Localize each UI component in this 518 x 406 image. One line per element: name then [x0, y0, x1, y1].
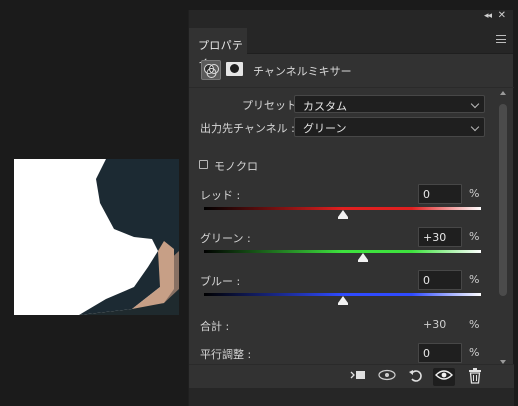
channel-mixer-icon[interactable]: [201, 60, 221, 80]
constant-value-input[interactable]: 0: [418, 343, 462, 363]
adjustment-title: チャンネルミキサー: [253, 65, 352, 78]
eye-icon[interactable]: [433, 368, 455, 386]
green-percent-sign: %: [469, 230, 480, 243]
preset-value: カスタム: [303, 100, 347, 113]
panel-title-strip: ◂◂ ✕: [189, 10, 513, 24]
panel-footer-strip: [189, 388, 514, 406]
green-slider-track[interactable]: [204, 250, 481, 253]
total-value: +30: [423, 318, 447, 331]
red-value-input[interactable]: 0: [418, 184, 462, 204]
preset-dropdown[interactable]: カスタム: [294, 95, 485, 113]
panel-menu-icon[interactable]: [496, 35, 506, 43]
clip-to-layer-icon[interactable]: [347, 368, 369, 386]
blue-slider-thumb[interactable]: [337, 296, 348, 305]
tab-properties[interactable]: プロパティ: [189, 28, 247, 68]
monochrome-checkbox[interactable]: [199, 160, 208, 169]
layer-mask-icon[interactable]: [226, 62, 243, 76]
blue-label: ブルー :: [200, 275, 241, 288]
properties-content: プリセット : カスタム 出力先チャンネル : グリーン モノクロ レッド : …: [189, 88, 514, 364]
output-channel-label: 出力先チャンネル :: [200, 122, 295, 135]
panel-scrollbar[interactable]: [499, 90, 507, 366]
output-channel-value: グリーン: [303, 122, 347, 135]
adjustment-header: チャンネルミキサー: [189, 54, 514, 88]
total-percent-sign: %: [469, 318, 480, 331]
red-label: レッド :: [200, 189, 241, 202]
view-previous-state-icon[interactable]: [376, 368, 398, 386]
red-percent-sign: %: [469, 187, 480, 200]
chevron-down-icon: [470, 122, 480, 132]
panel-bottom-toolbar: [189, 364, 514, 388]
double-chevron-left-icon[interactable]: ◂◂: [484, 11, 492, 21]
reset-icon[interactable]: [405, 368, 427, 386]
green-slider-thumb[interactable]: [358, 253, 369, 262]
properties-panel: ◂◂ ✕ プロパティ チャンネルミキサー プリセット : カスタム 出力先チャン…: [188, 10, 514, 406]
total-label: 合計 :: [200, 320, 230, 333]
scroll-up-arrow-icon[interactable]: [500, 91, 506, 95]
constant-percent-sign: %: [469, 346, 480, 359]
panel-tabbar: プロパティ: [189, 24, 513, 68]
blue-percent-sign: %: [469, 273, 480, 286]
trash-icon[interactable]: [464, 368, 486, 386]
green-value-input[interactable]: +30: [418, 227, 462, 247]
red-slider-thumb[interactable]: [337, 210, 348, 219]
constant-label: 平行調整 :: [200, 348, 252, 361]
close-icon[interactable]: ✕: [498, 10, 506, 21]
chevron-down-icon: [470, 99, 480, 109]
monochrome-label[interactable]: モノクロ: [214, 158, 258, 174]
blue-value-input[interactable]: 0: [418, 270, 462, 290]
canvas-image-preview: [14, 159, 179, 315]
output-channel-dropdown[interactable]: グリーン: [294, 117, 485, 137]
green-label: グリーン :: [200, 232, 251, 245]
scroll-thumb[interactable]: [499, 104, 507, 296]
